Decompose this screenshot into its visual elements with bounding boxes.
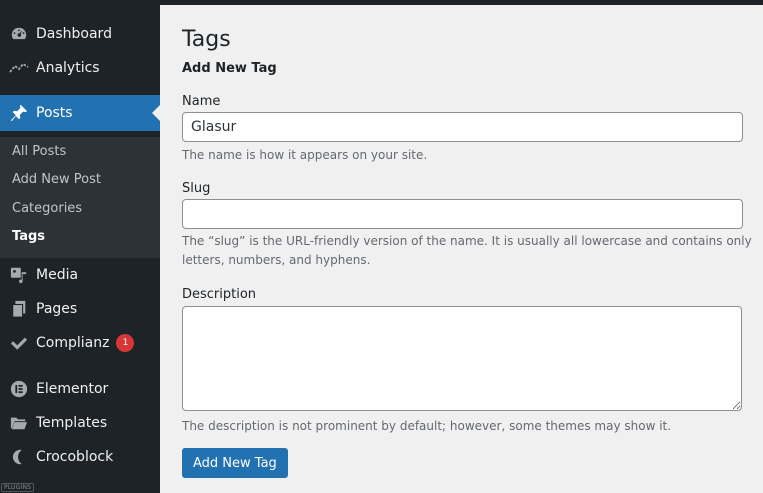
menu-item-analytics[interactable]: Analytics bbox=[0, 51, 160, 85]
menu-label: Crocoblock bbox=[36, 449, 114, 465]
menu-label: Complianz bbox=[36, 335, 110, 351]
elementor-icon bbox=[9, 379, 29, 399]
submenu-item-add-new-post[interactable]: Add New Post bbox=[12, 172, 101, 187]
description-help-text: The description is not prominent by defa… bbox=[182, 419, 672, 433]
name-label: Name bbox=[182, 94, 221, 109]
slug-help-text: The “slug” is the URL-friendly version o… bbox=[182, 234, 752, 267]
description-label: Description bbox=[182, 287, 257, 302]
name-help-text: The name is how it appears on your site. bbox=[182, 148, 428, 162]
dashboard-icon bbox=[9, 24, 29, 44]
menu-item-media[interactable]: Media bbox=[0, 258, 160, 292]
folder-icon bbox=[9, 413, 29, 433]
analytics-icon bbox=[9, 58, 29, 78]
pushpin-icon bbox=[9, 103, 29, 123]
menu-item-pages[interactable]: Pages bbox=[0, 292, 160, 326]
media-icon bbox=[9, 265, 29, 285]
menu-item-posts[interactable]: Posts bbox=[0, 95, 160, 131]
crocoblock-icon bbox=[9, 447, 29, 467]
menu-item-templates[interactable]: Templates bbox=[0, 406, 160, 440]
menu-label: Media bbox=[36, 267, 79, 283]
menu-item-elementor[interactable]: Elementor bbox=[0, 372, 160, 406]
menu-label: Templates bbox=[36, 415, 108, 431]
form-title: Add New Tag bbox=[182, 61, 277, 76]
posts-submenu: All Posts Add New Post Categories Tags bbox=[0, 137, 160, 258]
notification-badge: 1 bbox=[116, 334, 135, 352]
menu-label: Elementor bbox=[36, 381, 109, 397]
menu-item-complianz[interactable]: Complianz 1 bbox=[0, 326, 160, 360]
page-title: Tags bbox=[182, 27, 231, 52]
main-content: Tags Add New Tag Name The name is how it… bbox=[160, 5, 763, 493]
submenu-item-tags[interactable]: Tags bbox=[12, 229, 45, 244]
menu-label: Dashboard bbox=[36, 26, 112, 42]
admin-sidebar: Dashboard Analytics Posts All Posts Add … bbox=[0, 5, 160, 493]
menu-label: Posts bbox=[36, 105, 73, 121]
pages-icon bbox=[9, 299, 29, 319]
add-new-tag-button[interactable]: Add New Tag bbox=[182, 448, 288, 478]
menu-item-crocoblock[interactable]: Crocoblock bbox=[0, 440, 160, 474]
submenu-item-all-posts[interactable]: All Posts bbox=[12, 144, 66, 159]
menu-label: Pages bbox=[36, 301, 78, 317]
checkmark-icon bbox=[9, 333, 29, 353]
slug-input[interactable] bbox=[182, 199, 743, 229]
name-input[interactable] bbox=[182, 112, 743, 142]
slug-label: Slug bbox=[182, 181, 211, 196]
plugins-tag: PLUGINS bbox=[1, 483, 35, 492]
menu-item-dashboard[interactable]: Dashboard bbox=[0, 17, 160, 51]
active-indicator bbox=[152, 105, 160, 121]
description-textarea[interactable] bbox=[182, 306, 742, 411]
submenu-item-categories[interactable]: Categories bbox=[12, 201, 82, 216]
menu-label: Analytics bbox=[36, 60, 100, 76]
